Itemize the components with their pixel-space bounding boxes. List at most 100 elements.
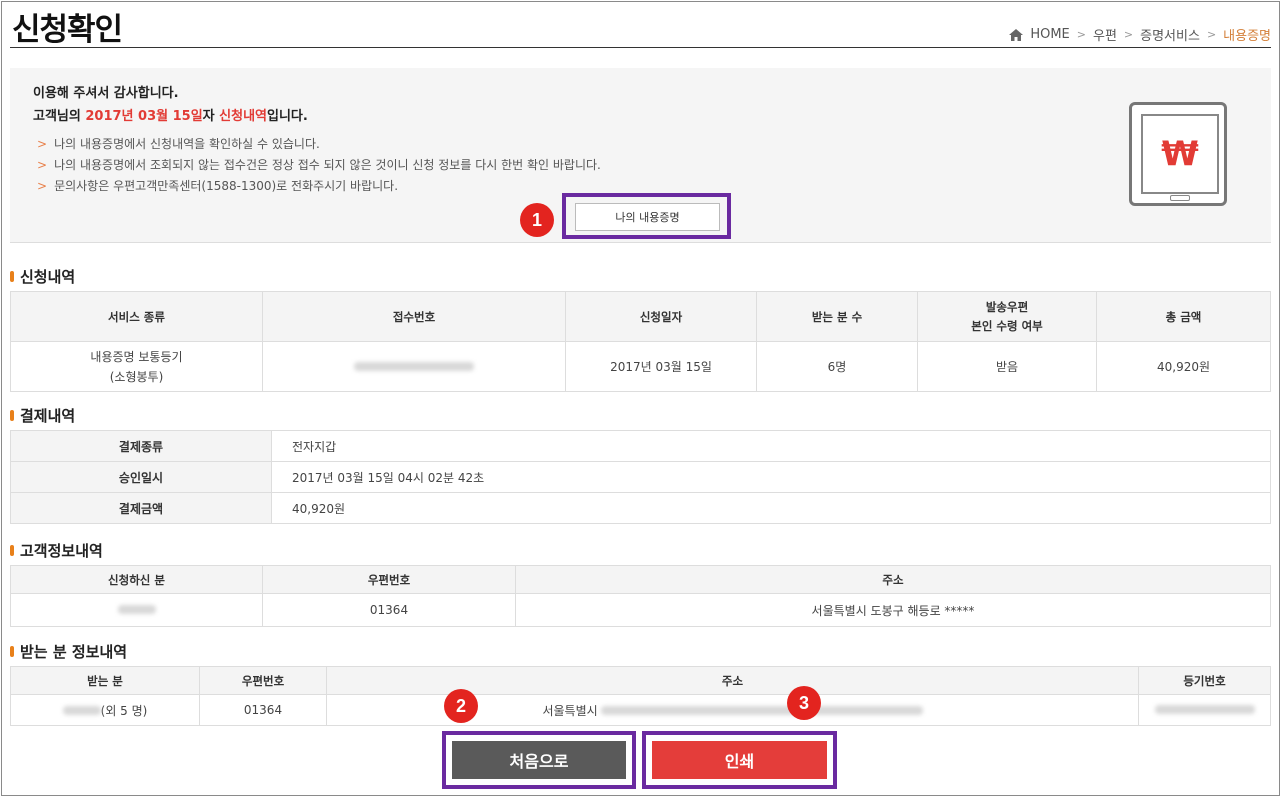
column-header: 주소 (515, 565, 1271, 594)
redacted-value (354, 361, 474, 371)
summary-highlight: 신청내역 (219, 109, 268, 124)
recipient-table: 받는 분 우편번호 주소 등기번호 (외 5 명) 01364 서울특별시 동 (10, 666, 1271, 726)
column-header: 신청일자 (565, 291, 757, 342)
redacted-value (117, 605, 156, 614)
highlight-box-1: 나의 내용증명 (562, 193, 731, 239)
table-header-row: 받는 분 우편번호 주소 등기번호 (10, 666, 1271, 695)
table-header-row: 서비스 종류 접수번호 신청일자 받는 분 수 발송우편본인 수령 여부 총 금… (10, 291, 1271, 342)
table-row: 결제종류 전자지갑 (10, 430, 1271, 462)
column-header: 우편번호 (262, 565, 516, 594)
breadcrumb-post[interactable]: 우편 (1093, 25, 1117, 44)
recipient-count: (외 5 명) (100, 703, 148, 718)
summary-prefix: 고객님의 (33, 109, 86, 124)
redacted-value (812, 705, 923, 715)
summary-suffix: 입니다. (267, 109, 308, 124)
home-icon[interactable] (1009, 28, 1024, 41)
service-line1: 내용증명 보통등기 (90, 349, 183, 364)
table-row: 승인일시 2017년 03월 15일 04시 02분 42초 (10, 461, 1271, 493)
breadcrumb-current: 내용증명 (1223, 29, 1271, 44)
self-receipt-cell: 받음 (917, 341, 1097, 392)
chevron-right-icon: > (1076, 28, 1086, 41)
column-header: 신청하신 분 (10, 565, 263, 594)
section-bullet-icon (10, 545, 14, 556)
section-bullet-icon (10, 410, 14, 421)
column-header: 접수번호 (262, 291, 566, 342)
service-line2: (소형봉투) (109, 369, 164, 384)
column-header: 서비스 종류 (10, 291, 263, 342)
payment-label: 승인일시 (10, 461, 272, 493)
section-bullet-icon (10, 271, 14, 282)
application-heading: 신청내역 (10, 266, 75, 287)
service-type-cell: 내용증명 보통등기 (소형봉투) (10, 341, 263, 392)
applicant-cell (10, 593, 263, 627)
payment-label: 결제종류 (10, 430, 272, 462)
notice-box: 이용해 주셔서 감사합니다. 고객님의 2017년 03월 15일자 신청내역입… (10, 68, 1271, 243)
recipient-count-cell: 6명 (756, 341, 918, 392)
notice-text: 나의 내용증명에서 신청내역을 확인하실 수 있습니다. (54, 137, 320, 151)
chevron-right-icon: > (1123, 28, 1134, 41)
highlight-box-3: 인쇄 (642, 731, 837, 789)
notice-text: 나의 내용증명에서 조회되지 않는 접수건은 정상 접수 되지 않은 것이니 신… (54, 158, 601, 172)
payment-label: 결제금액 (10, 492, 272, 524)
breadcrumb-cert[interactable]: 증명서비스 (1140, 25, 1200, 44)
column-header: 우편번호 (199, 666, 327, 695)
step-badge-1: 1 (520, 203, 554, 237)
table-row: 내용증명 보통등기 (소형봉투) 2017년 03월 15일 6명 받음 40,9… (10, 341, 1271, 392)
application-summary: 고객님의 2017년 03월 15일자 신청내역입니다. (33, 105, 308, 124)
print-button[interactable]: 인쇄 (652, 741, 827, 779)
zipcode-cell: 01364 (199, 694, 327, 726)
won-tablet-icon: ₩ (1129, 102, 1227, 206)
column-header: 발송우편본인 수령 여부 (917, 291, 1097, 342)
total-cell: 40,920원 (1096, 341, 1271, 392)
redacted-value (601, 705, 802, 715)
thanks-message: 이용해 주셔서 감사합니다. (33, 86, 179, 101)
my-certification-button[interactable]: 나의 내용증명 (575, 203, 720, 231)
payment-value: 전자지갑 (271, 430, 1271, 462)
recipient-name-cell: (외 5 명) (10, 694, 200, 726)
column-header: 총 금액 (1096, 291, 1271, 342)
page-title: 신청확인 (12, 12, 123, 48)
list-item: > 나의 내용증명에서 조회되지 않는 접수건은 정상 접수 되지 않은 것이니 … (37, 155, 601, 176)
home-button[interactable]: 처음으로 (452, 741, 626, 779)
chevron-right-icon: > (1206, 28, 1217, 41)
notice-list: > 나의 내용증명에서 신청내역을 확인하실 수 있습니다. > 나의 내용증명에서… (37, 134, 601, 197)
tablet-home-button (1170, 195, 1190, 201)
list-item: > 나의 내용증명에서 신청내역을 확인하실 수 있습니다. (37, 134, 601, 155)
arrow-icon: > (37, 158, 48, 172)
payment-value: 2017년 03월 15일 04시 02분 42초 (271, 461, 1271, 493)
date-cell: 2017년 03월 15일 (565, 341, 757, 392)
summary-date: 2017년 03월 15일 (85, 109, 203, 124)
section-title: 고객정보내역 (20, 542, 103, 560)
address-cell: 서울특별시 도봉구 해등로 ***** (515, 593, 1271, 627)
breadcrumb-home[interactable]: HOME (1030, 27, 1069, 42)
receipt-number-cell (262, 341, 566, 392)
table-row: 결제금액 40,920원 (10, 492, 1271, 524)
section-title: 결제내역 (20, 407, 76, 425)
column-header: 받는 분 수 (756, 291, 918, 342)
redacted-value (62, 705, 101, 715)
highlight-box-2: 처음으로 (442, 731, 636, 789)
list-item: > 문의사항은 우편고객만족센터(1588-1300)로 전화주시기 바랍니다. (37, 176, 601, 197)
step-badge-3: 3 (787, 686, 821, 720)
customer-table: 신청하신 분 우편번호 주소 01364 서울특별시 도봉구 해등로 ***** (10, 565, 1271, 627)
notice-text: 문의사항은 우편고객만족센터(1588-1300)로 전화주시기 바랍니다. (54, 179, 399, 193)
section-title: 신청내역 (20, 268, 76, 286)
title-divider (10, 47, 1271, 48)
header-line2: 본인 수령 여부 (971, 318, 1043, 333)
payment-table: 결제종류 전자지갑 승인일시 2017년 03월 15일 04시 02분 42초 결… (10, 430, 1271, 524)
arrow-icon: > (37, 137, 48, 151)
won-icon: ₩ (1161, 134, 1199, 174)
table-header-row: 신청하신 분 우편번호 주소 (10, 565, 1271, 594)
table-row: 01364 서울특별시 도봉구 해등로 ***** (10, 593, 1271, 627)
redacted-value (1154, 705, 1255, 714)
address-prefix: 서울특별시 (542, 703, 598, 718)
payment-value: 40,920원 (271, 492, 1271, 524)
summary-mid: 자 (202, 109, 220, 124)
header-line1: 발송우편 (985, 299, 1029, 314)
payment-heading: 결제내역 (10, 405, 75, 426)
breadcrumb: HOME > 우편 > 증명서비스 > 내용증명 (1009, 25, 1271, 44)
customer-heading: 고객정보내역 (10, 540, 103, 561)
column-header: 받는 분 (10, 666, 200, 695)
zipcode-cell: 01364 (262, 593, 516, 627)
application-table: 서비스 종류 접수번호 신청일자 받는 분 수 발송우편본인 수령 여부 총 금… (10, 291, 1271, 392)
